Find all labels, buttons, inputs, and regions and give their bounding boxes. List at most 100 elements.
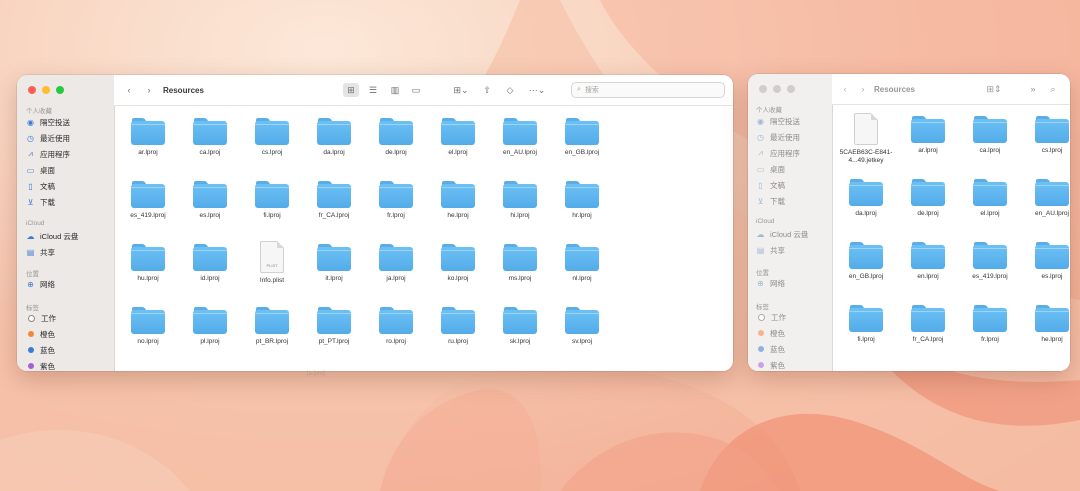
sidebar-item-network[interactable]: ⊕ 网络 [26, 277, 55, 291]
file-item[interactable]: hi.lproj [492, 178, 548, 220]
file-item[interactable]: pt_PT.lproj [306, 304, 362, 346]
sidebar-item-shared[interactable]: ▤ 共享 [26, 245, 55, 259]
sidebar-item-recents[interactable]: ◷ 最近使用 [756, 130, 800, 144]
sidebar-item-airdrop[interactable]: ◉ 隔空投送 [756, 114, 800, 128]
file-item[interactable]: en_AU.lproj [492, 115, 548, 157]
file-item[interactable]: el.lproj [962, 176, 1018, 218]
sidebar-item-desktop[interactable]: ▭ 桌面 [756, 162, 785, 176]
file-item[interactable]: ja.lproj [368, 241, 424, 283]
back-button[interactable]: ‹ [840, 82, 850, 96]
file-item[interactable]: ar.lproj [120, 115, 176, 157]
close-button[interactable] [759, 85, 767, 93]
file-item[interactable]: el.lproj [430, 115, 486, 157]
icon-view-button[interactable]: ⊞ [343, 83, 359, 97]
file-item[interactable]: sv.lproj [554, 304, 610, 346]
file-item[interactable]: es.lproj [182, 178, 238, 220]
file-item[interactable]: de.lproj [900, 176, 956, 218]
file-item[interactable]: no.lproj [120, 304, 176, 346]
sidebar-tag-purple[interactable]: 紫色 [756, 358, 785, 371]
file-item[interactable]: ca.lproj [182, 115, 238, 157]
file-item[interactable]: fr_CA.lproj [306, 178, 362, 220]
sidebar-tag-orange[interactable]: 橙色 [26, 327, 55, 341]
file-item[interactable]: sk.lproj [492, 304, 548, 346]
sidebar-item-documents[interactable]: ▯ 文稿 [756, 178, 785, 192]
file-item[interactable]: es_419.lproj [120, 178, 176, 220]
sidebar-item-applications[interactable]: ⩘ 应用程序 [756, 146, 800, 160]
sidebar-tag-purple[interactable]: 紫色 [26, 359, 55, 371]
zoom-button[interactable] [56, 86, 64, 94]
sidebar-item-downloads[interactable]: ⊻ 下载 [756, 194, 785, 208]
search-field[interactable]: ⌕ 搜索 [571, 82, 725, 98]
file-item[interactable]: ar.lproj [900, 113, 956, 155]
file-item[interactable]: fi.lproj [838, 302, 894, 344]
file-item[interactable]: ko.lproj [430, 241, 486, 283]
zoom-button[interactable] [787, 85, 795, 93]
file-item[interactable]: fr_CA.lproj [900, 302, 956, 344]
sidebar-item-documents[interactable]: ▯ 文稿 [26, 179, 55, 193]
file-item[interactable]: nl.lproj [554, 241, 610, 283]
file-item[interactable]: es.lproj [1024, 239, 1070, 281]
gallery-view-button[interactable]: ▭ [408, 83, 424, 97]
file-item[interactable]: da.lproj [306, 115, 362, 157]
file-item[interactable]: id.lproj [182, 241, 238, 283]
folder-icon [911, 305, 945, 332]
file-item[interactable]: hu.lproj [120, 241, 176, 283]
sidebar-item-icloud-drive[interactable]: ☁ iCloud 云盘 [26, 229, 79, 243]
column-view-button[interactable]: ▥ [387, 83, 403, 97]
minimize-button[interactable] [773, 85, 781, 93]
file-item[interactable]: fi.lproj [244, 178, 300, 220]
close-button[interactable] [28, 86, 36, 94]
file-item[interactable]: fr.lproj [368, 178, 424, 220]
file-item[interactable]: pt_BR.lproj [244, 304, 300, 346]
cloud-icon: ☁ [26, 231, 35, 241]
sidebar-item-airdrop[interactable]: ◉ 隔空投送 [26, 115, 70, 129]
file-item[interactable]: PLIST Info.plist [244, 241, 300, 285]
sidebar-item-shared[interactable]: ▤ 共享 [756, 243, 785, 257]
sidebar-item-applications[interactable]: ⩘ 应用程序 [26, 147, 70, 161]
file-item[interactable]: pl.lproj [182, 304, 238, 346]
file-item[interactable]: en_GB.lproj [554, 115, 610, 157]
file-item[interactable]: cs.lproj [244, 115, 300, 157]
view-options-button[interactable]: ⊞⇕ [984, 82, 1004, 96]
tag-button[interactable]: ◇ [504, 83, 516, 97]
sidebar: 个人收藏 ◉ 隔空投送 ◷ 最近使用 ⩘ 应用程序 ▭ 桌面 ▯ 文稿 ⊻ 下载 iClou… [748, 74, 833, 371]
share-button[interactable]: ⇧ [481, 83, 493, 97]
file-item[interactable]: en.lproj [900, 239, 956, 281]
sidebar-item-desktop[interactable]: ▭ 桌面 [26, 163, 55, 177]
minimize-button[interactable] [42, 86, 50, 94]
file-item[interactable]: en_GB.lproj [838, 239, 894, 281]
more-toolbar-button[interactable]: » [1028, 82, 1038, 96]
sidebar-item-recents[interactable]: ◷ 最近使用 [26, 131, 70, 145]
sidebar-item-icloud-drive[interactable]: ☁ iCloud 云盘 [756, 227, 809, 241]
list-view-button[interactable]: ☰ [365, 83, 381, 97]
sidebar-tag-blue[interactable]: 蓝色 [756, 342, 785, 356]
search-button[interactable]: ⌕ [1048, 82, 1058, 96]
file-item[interactable]: ca.lproj [962, 113, 1018, 155]
back-button[interactable]: ‹ [124, 83, 134, 97]
forward-button[interactable]: › [858, 82, 868, 96]
action-menu-button[interactable]: ⋯⌄ [526, 83, 548, 97]
file-item[interactable]: cs.lproj [1024, 113, 1070, 155]
file-item[interactable]: ro.lproj [368, 304, 424, 346]
file-item[interactable]: he.lproj [1024, 302, 1070, 344]
file-item[interactable]: 5CAEB63C-E841-4...49.jetkey [838, 113, 894, 165]
file-item[interactable]: da.lproj [838, 176, 894, 218]
file-item[interactable]: it.lproj [306, 241, 362, 283]
file-item[interactable]: en_AU.lproj [1024, 176, 1070, 218]
file-item[interactable]: es_419.lproj [962, 239, 1018, 281]
sidebar-tag-work[interactable]: 工作 [26, 311, 56, 325]
file-item-label: id.lproj [200, 275, 220, 282]
sidebar-item-downloads[interactable]: ⊻ 下载 [26, 195, 55, 209]
sidebar-tag-orange[interactable]: 橙色 [756, 326, 785, 340]
file-item[interactable]: ru.lproj [430, 304, 486, 346]
file-item[interactable]: fr.lproj [962, 302, 1018, 344]
forward-button[interactable]: › [144, 83, 154, 97]
sidebar-tag-work[interactable]: 工作 [756, 310, 786, 324]
group-by-button[interactable]: ⊞⌄ [450, 83, 472, 97]
file-item[interactable]: de.lproj [368, 115, 424, 157]
sidebar-tag-blue[interactable]: 蓝色 [26, 343, 55, 357]
file-item[interactable]: hr.lproj [554, 178, 610, 220]
sidebar-item-network[interactable]: ⊕ 网络 [756, 276, 785, 290]
file-item[interactable]: he.lproj [430, 178, 486, 220]
file-item[interactable]: ms.lproj [492, 241, 548, 283]
